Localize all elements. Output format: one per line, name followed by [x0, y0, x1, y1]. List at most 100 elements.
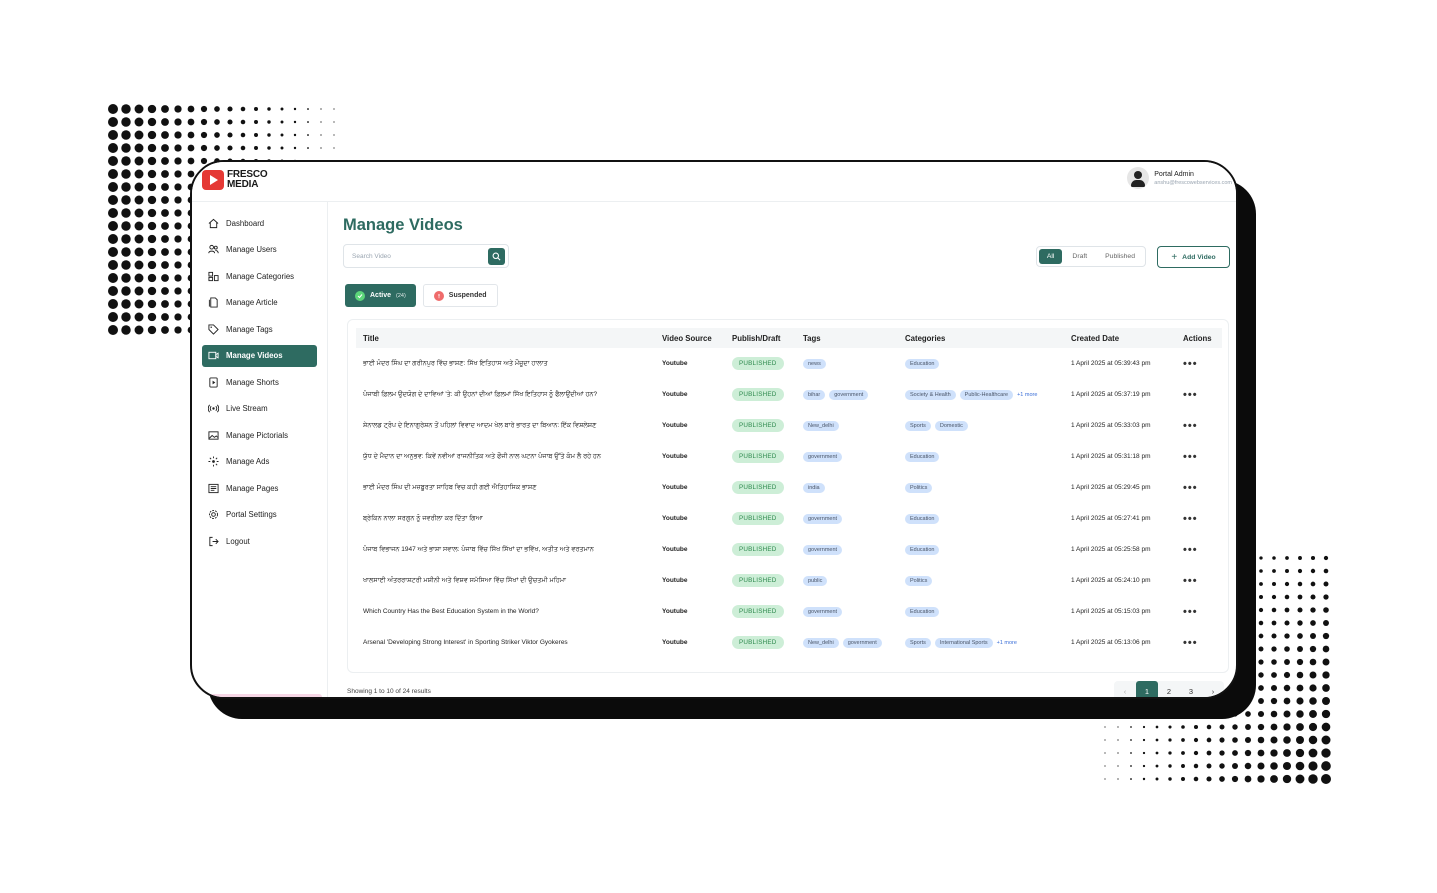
created-date: 1 April 2025 at 05:39:43 pm [1071, 360, 1151, 367]
page-button[interactable]: 2 [1158, 681, 1180, 697]
table-row[interactable]: ਖਾਲਸਾਈ ਅੰਤਰਰਾਸ਼ਟਰੀ ਮਸ਼ੀਨੀ ਅਤੇ ਵਿਸ਼ਵ ਸਮੱਸ… [356, 565, 1222, 596]
search-button[interactable] [488, 248, 505, 265]
table-row[interactable]: ਭਾਈ ਮੰਦਰ ਸਿੰਘ ਦਾ ਗਰੀਨਪੁਰ ਵਿੱਚ ਭਾਸ਼ਣ: ਸਿੱ… [356, 348, 1222, 379]
page-button[interactable]: 3 [1180, 681, 1202, 697]
more-actions-icon[interactable]: ••• [1183, 637, 1198, 649]
filter-published[interactable]: Published [1097, 249, 1143, 264]
decor-dot [1297, 568, 1303, 574]
decor-dot [1206, 776, 1212, 782]
column-header: Created Date [1071, 333, 1120, 343]
sidebar-item-manage-categories[interactable]: Manage Categories [202, 265, 317, 287]
search-input[interactable] [344, 245, 484, 268]
category-chip[interactable]: Society & Health [905, 389, 956, 400]
table-row[interactable]: Arsenal 'Developing Strong Interest' in … [356, 627, 1222, 658]
tag-chip[interactable]: public [803, 575, 828, 586]
decor-dot [1244, 775, 1252, 783]
category-chip[interactable]: Education [905, 358, 940, 369]
sidebar-item-portal-settings[interactable]: Portal Settings [202, 504, 317, 526]
tag-chip[interactable]: government [803, 451, 843, 462]
table-row[interactable]: ਪੰਜਾਬ ਵਿਭਾਜਨ 1947 ਅਤੇ ਭਾਸ਼ਾ ਸਵਾਲ: ਪੰਜਾਬ … [356, 534, 1222, 565]
more-actions-icon[interactable]: ••• [1183, 420, 1198, 432]
table-row[interactable]: ਸ਼ੇਨਾਲਡ ਟ੍ਰੰਪ ਦੇ ਇਨਾਗੁਰੇਸ਼ਨ ਤੋਂ ਪਹਿਲਾਂ ਵ… [356, 410, 1222, 441]
more-actions-icon[interactable]: ••• [1183, 606, 1198, 618]
table-row[interactable]: ਭਾਈ ਮੰਦਰ ਸਿੰਘ ਦੀ ਮਜ਼ਬੂਰਤਾ ਸਾਹਿਬ ਵਿਚ ਕਹੀ … [356, 472, 1222, 503]
category-chip[interactable]: Politics [905, 482, 933, 493]
decor-dot [253, 132, 259, 138]
tag-chip[interactable]: government [803, 544, 843, 555]
tag-chip[interactable]: bihar [803, 389, 826, 400]
more-actions-icon[interactable]: ••• [1183, 513, 1198, 525]
sidebar-item-manage-videos[interactable]: Manage Videos [202, 344, 317, 367]
pagination-next-icon[interactable]: › [1202, 681, 1224, 697]
table-row[interactable]: Which Country Has the Best Education Sys… [356, 596, 1222, 627]
pagination-prev-icon[interactable]: ‹ [1114, 681, 1136, 697]
sidebar-item-dashboard[interactable]: Dashboard [202, 212, 317, 234]
tag-chip[interactable]: government [829, 389, 869, 400]
category-chip[interactable]: Domestic [934, 420, 968, 431]
decor-dot [161, 274, 169, 282]
decor-dot [1285, 569, 1289, 573]
decor-dot [1193, 750, 1199, 756]
category-chip[interactable]: Public-Healthcare [959, 389, 1014, 400]
more-actions-icon[interactable]: ••• [1183, 482, 1198, 494]
tag-chip[interactable]: news [803, 358, 826, 369]
tag-chip[interactable]: New_delhi [803, 637, 839, 648]
decor-dot [161, 222, 169, 230]
category-chip[interactable]: Sports [905, 637, 931, 648]
sidebar-item-logout[interactable]: Logout [202, 530, 317, 552]
decor-dot [121, 156, 131, 166]
sidebar-item-manage-ads[interactable]: Manage Ads [202, 451, 317, 473]
category-chip[interactable]: International Sports [934, 637, 993, 648]
decor-dot [134, 117, 144, 127]
tag-chip[interactable]: government [803, 513, 843, 524]
decor-dot [1142, 725, 1146, 729]
more-actions-icon[interactable]: ••• [1183, 451, 1198, 463]
more-actions-icon[interactable]: ••• [1183, 544, 1198, 556]
category-chip[interactable]: Education [905, 606, 940, 617]
tag-icon [207, 323, 219, 335]
sidebar-item-live-stream[interactable]: Live Stream [202, 398, 317, 420]
category-chip[interactable]: Sports [905, 420, 931, 431]
add-video-button[interactable]: + Add Video [1157, 246, 1230, 268]
category-chip[interactable]: Education [905, 513, 940, 524]
tab-active[interactable]: Active (24) [345, 284, 416, 307]
decor-dot [1309, 710, 1317, 718]
tag-chip[interactable]: government [842, 637, 882, 648]
user-profile[interactable]: Portal Admin anshu@frescowebservices.com [1127, 167, 1232, 189]
sidebar-item-manage-shorts[interactable]: Manage Shorts [202, 371, 317, 393]
more-actions-icon[interactable]: ••• [1183, 358, 1198, 370]
decor-dot [1310, 555, 1316, 561]
tab-suspended[interactable]: Suspended [422, 284, 498, 307]
decor-dot [1259, 556, 1263, 560]
table-row[interactable]: ਯੁੱਧ ਦੇ ਮੈਦਾਨ ਦਾ ਅਨੁਭਵ: ਕਿਵੇਂ ਨਵੀਆਂ ਰਾਜਨ… [356, 441, 1222, 472]
tag-chip[interactable]: india [803, 482, 825, 493]
tag-chip[interactable]: government [803, 606, 843, 617]
more-actions-icon[interactable]: ••• [1183, 389, 1198, 401]
categories-cell: Society & Health Public-Healthcare +1 more [898, 379, 1064, 410]
sidebar-item-manage-users[interactable]: Manage Users [202, 239, 317, 261]
brand-logo[interactable]: FRESCO MEDIA [202, 170, 268, 190]
category-chip[interactable]: Politics [905, 575, 933, 586]
tag-chip[interactable]: New_delhi [803, 420, 839, 431]
decor-dot [161, 326, 169, 334]
filter-draft[interactable]: Draft [1064, 249, 1095, 264]
more-categories-link[interactable]: +1 more [997, 640, 1017, 646]
more-categories-link[interactable]: +1 more [1017, 392, 1037, 398]
category-chip[interactable]: Education [905, 544, 940, 555]
table-row[interactable]: ਬ੍ਰੇਕਿਨ ਨਾਲਾ ਸਰਗੁਨ ਨੂੰ ਜਵਰੀਲਾ ਕਰ ਦਿੱਤਾ ਗ… [356, 503, 1222, 534]
more-actions-icon[interactable]: ••• [1183, 575, 1198, 587]
filter-all[interactable]: All [1038, 249, 1063, 264]
sidebar-item-manage-pages[interactable]: Manage Pages [202, 477, 317, 499]
table-row[interactable]: ਪੰਜਾਬੀ ਫ਼ਿਲਮ ਉਦਯੋਗ ਦੇ ਦਾਵਿਆਂ 'ਤੇ: ਕੀ ਉਹਨ… [356, 379, 1222, 410]
sidebar-item-manage-tags[interactable]: Manage Tags [202, 318, 317, 340]
decor-dot [200, 131, 208, 139]
sidebar-item-manage-article[interactable]: Manage Article [202, 292, 317, 314]
tags-cell: india [796, 472, 898, 503]
sidebar-item-manage-pictorials[interactable]: Manage Pictorials [202, 424, 317, 446]
category-chip[interactable]: Education [905, 451, 940, 462]
decor-dot [1206, 763, 1212, 769]
page-button[interactable]: 1 [1136, 681, 1158, 697]
decor-dot [1270, 684, 1278, 692]
decor-dot [108, 247, 118, 257]
decor-dot [174, 183, 182, 191]
